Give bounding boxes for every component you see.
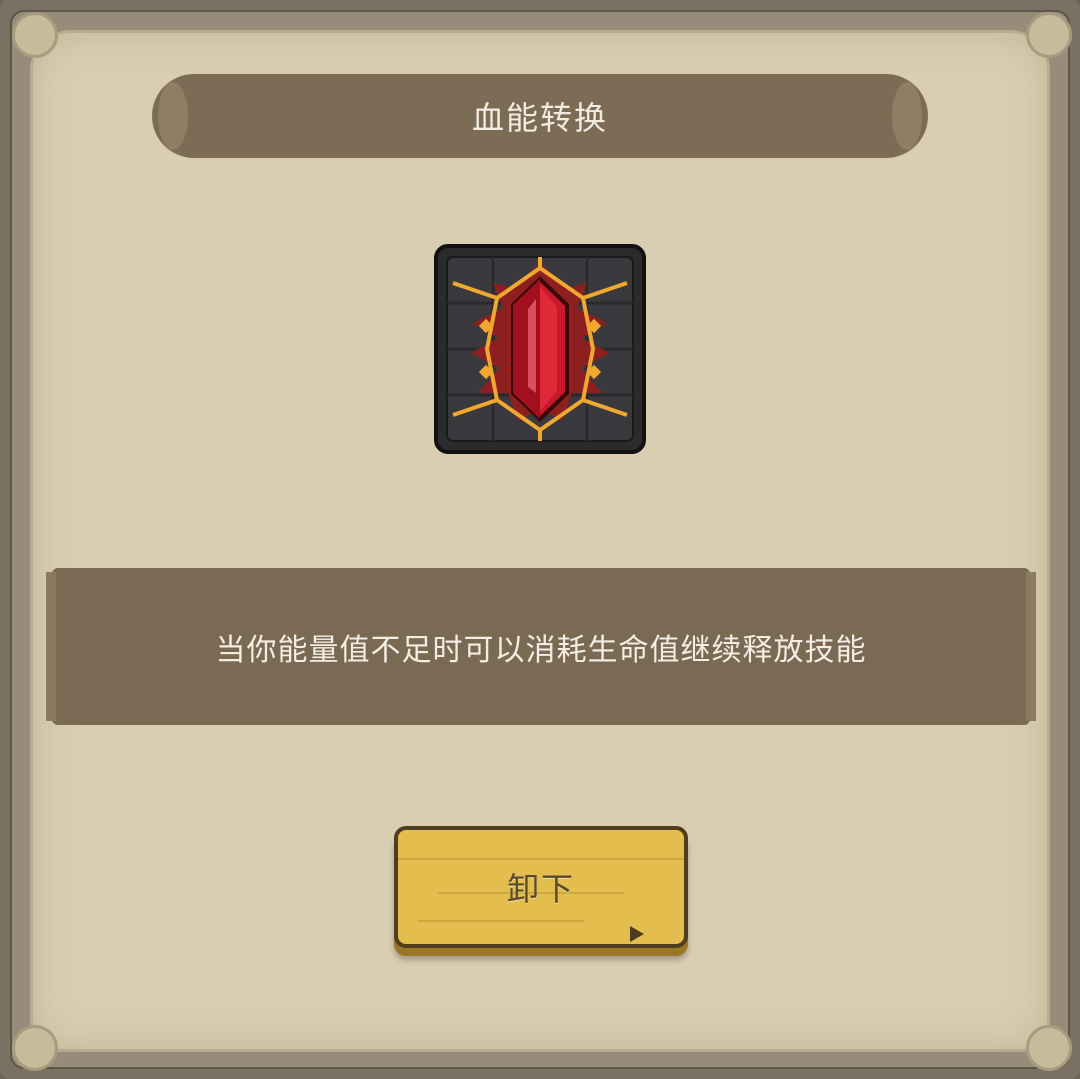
description-panel: 当你能量值不足时可以消耗生命值继续释放技能 bbox=[46, 568, 1036, 725]
button-corner-tip bbox=[630, 926, 644, 942]
corner-ornament-top-right bbox=[1026, 12, 1072, 58]
corner-ornament-top-left bbox=[12, 12, 58, 58]
title-banner: 血能转换 bbox=[152, 74, 928, 158]
corner-ornament-bottom-right bbox=[1026, 1025, 1072, 1071]
unequip-button-label: 卸下 bbox=[506, 870, 575, 908]
skill-icon-art bbox=[434, 244, 646, 454]
corner-ornament-bottom-left bbox=[12, 1025, 58, 1071]
skill-title: 血能转换 bbox=[471, 99, 608, 137]
unequip-button[interactable]: 卸下 bbox=[394, 826, 688, 948]
red-crystal-icon bbox=[433, 243, 647, 455]
skill-description: 当你能量值不足时可以消耗生命值继续释放技能 bbox=[215, 632, 867, 668]
